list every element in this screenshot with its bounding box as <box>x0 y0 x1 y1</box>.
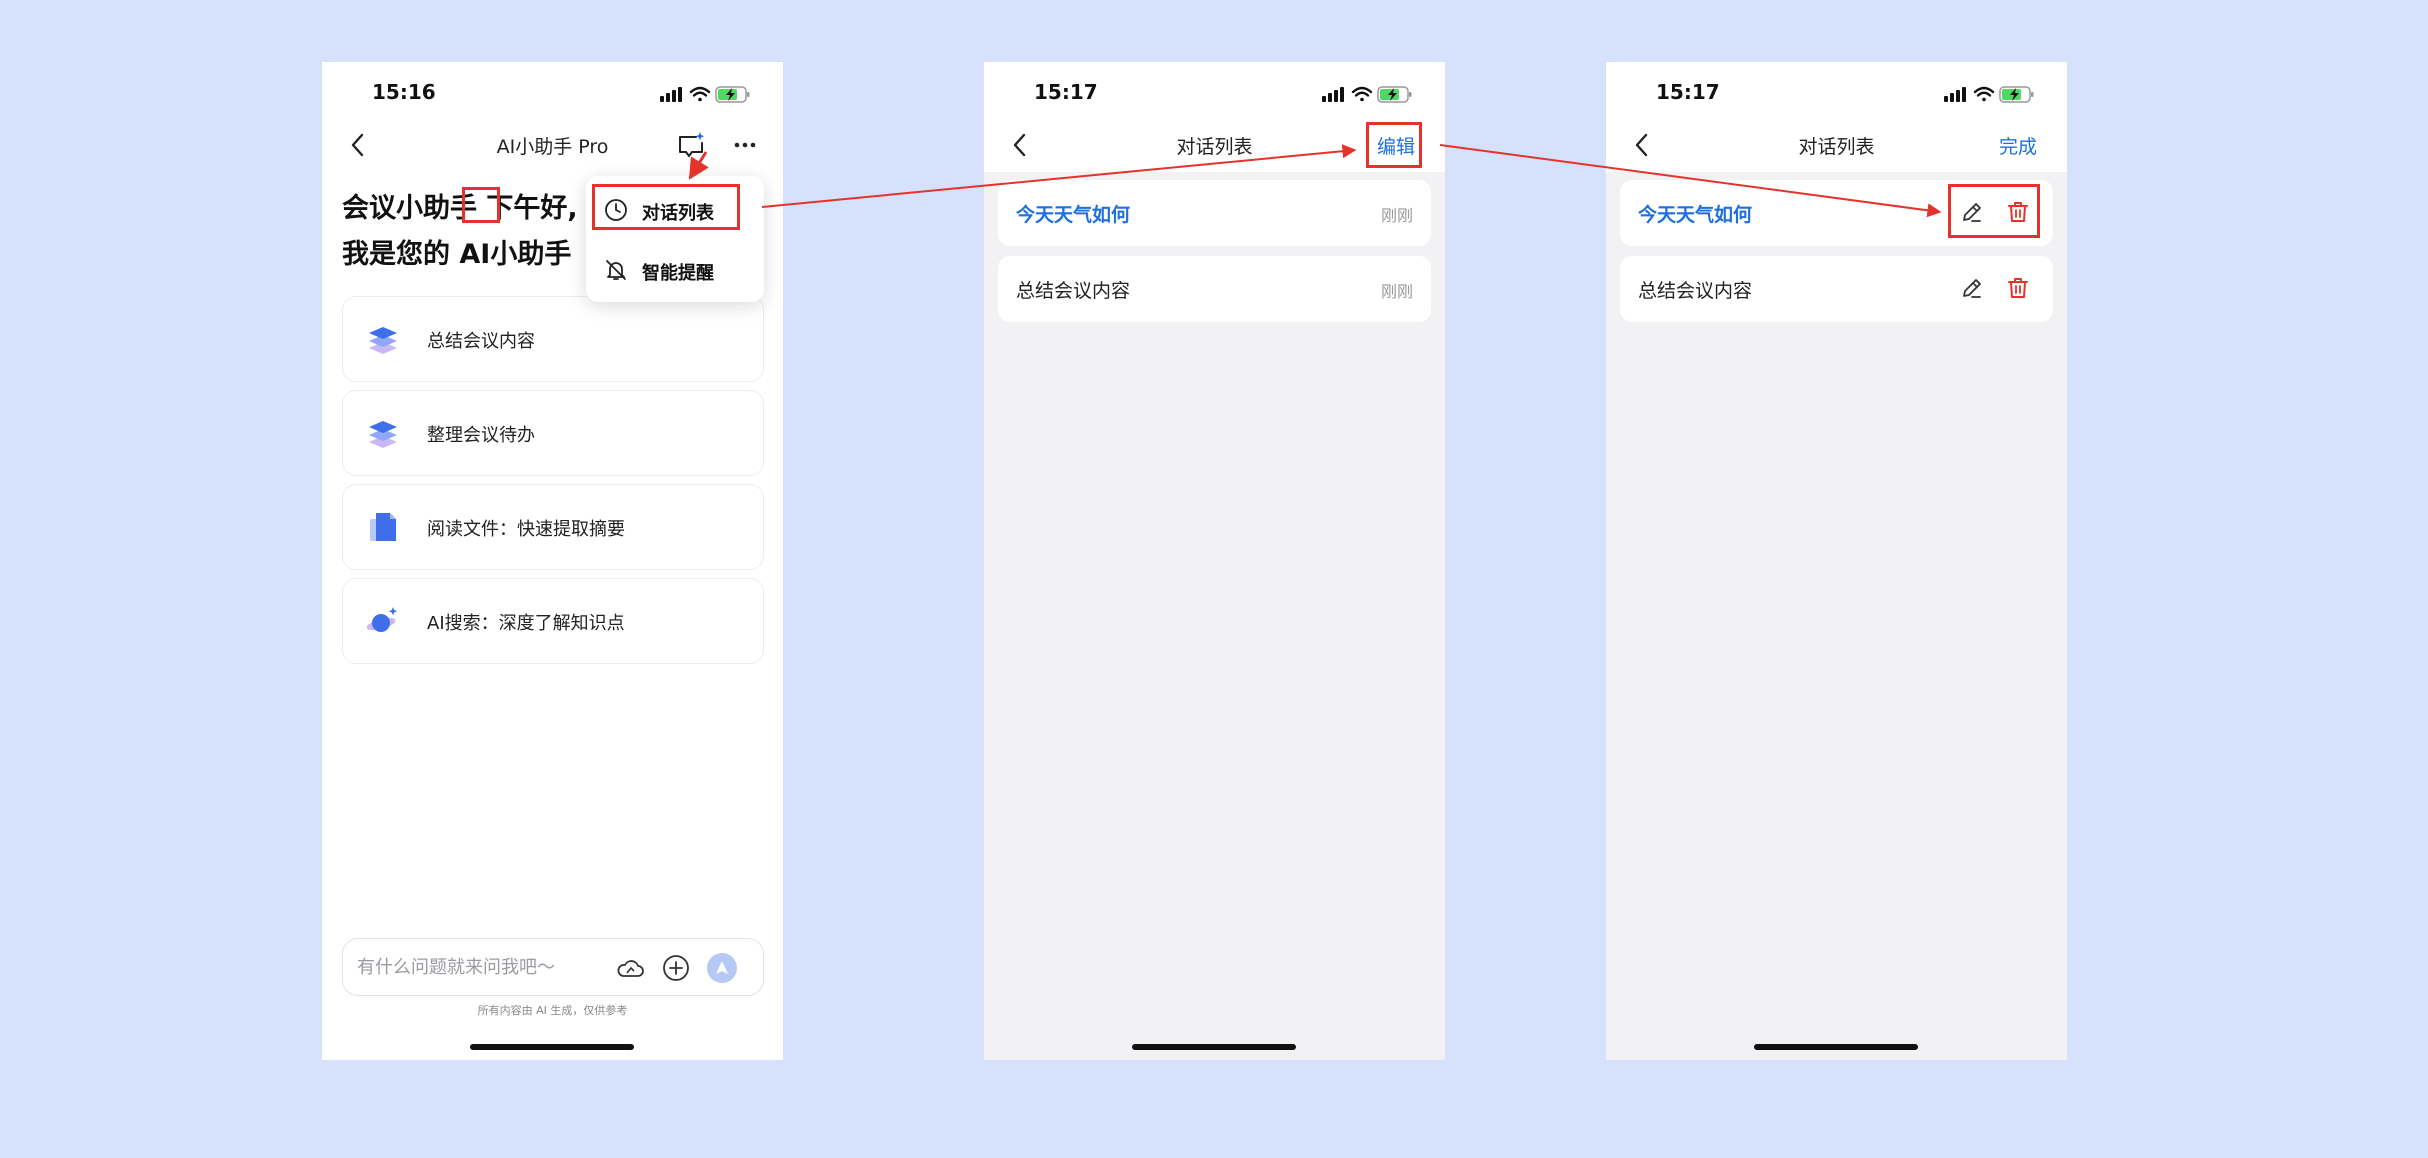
home-indicator[interactable] <box>1754 1044 1918 1050</box>
layers-icon <box>367 417 399 449</box>
done-button[interactable]: 完成 <box>1999 132 2037 159</box>
home-indicator[interactable] <box>1132 1044 1296 1050</box>
suggestion-label: AI搜索：深度了解知识点 <box>427 613 625 634</box>
status-time: 15:16 <box>372 80 436 104</box>
highlight-box-edit-delete <box>1948 184 2040 238</box>
menu-item-smart-reminder[interactable]: 智能提醒 <box>604 252 754 288</box>
signal-icon <box>660 87 682 102</box>
edit-pencil-icon[interactable] <box>1958 274 1986 302</box>
conversation-time: 刚刚 <box>1380 282 1413 301</box>
conversation-item[interactable]: 总结会议内容 刚刚 <box>998 256 1431 322</box>
more-options-icon[interactable] <box>728 128 762 162</box>
chat-input-bar <box>342 938 764 996</box>
conversation-title: 今天天气如何 <box>1016 204 1131 226</box>
phone-screen-conversation-list: 15:17 对话列表 编辑 今天天气如何 刚刚 总结会议内容 刚刚 <box>984 62 1445 1060</box>
cloud-icon[interactable] <box>615 953 645 983</box>
layers-icon <box>367 323 399 355</box>
conversation-title: 总结会议内容 <box>1638 280 1753 302</box>
conversation-time: 刚刚 <box>1380 206 1413 225</box>
ai-disclaimer: 所有内容由 AI 生成，仅供参考 <box>477 1004 628 1017</box>
suggestion-card[interactable]: AI搜索：深度了解知识点 <box>342 578 764 664</box>
conversation-item[interactable]: 今天天气如何 刚刚 <box>998 180 1431 246</box>
highlight-box-conversation-list <box>592 184 740 230</box>
chat-input[interactable] <box>355 953 609 981</box>
suggestion-card[interactable]: 整理会议待办 <box>342 390 764 476</box>
suggestion-card[interactable]: 阅读文件：快速提取摘要 <box>342 484 764 570</box>
suggestion-label: 总结会议内容 <box>427 331 535 352</box>
document-icon <box>367 511 399 543</box>
status-time: 15:17 <box>1034 80 1098 104</box>
greeting-line-1: 会议小助手 下午好, <box>342 193 578 224</box>
conversation-item[interactable]: 总结会议内容 <box>1620 256 2053 322</box>
signal-icon <box>1322 87 1344 102</box>
suggestion-card[interactable]: 总结会议内容 <box>342 296 764 382</box>
menu-item-label: 智能提醒 <box>642 263 714 284</box>
wifi-icon <box>1973 86 1995 102</box>
conversation-title: 总结会议内容 <box>1016 280 1131 302</box>
signal-icon <box>1944 87 1966 102</box>
status-icons <box>1320 84 1415 104</box>
highlight-box-more-button <box>462 187 500 223</box>
wifi-icon <box>689 86 711 102</box>
page-title: 对话列表 <box>1798 136 1875 158</box>
wifi-icon <box>1351 86 1373 102</box>
home-indicator[interactable] <box>470 1044 634 1050</box>
highlight-box-edit-button <box>1366 122 1422 168</box>
battery-charging-icon <box>715 86 750 103</box>
suggestion-label: 阅读文件：快速提取摘要 <box>427 519 625 540</box>
send-icon[interactable] <box>707 953 737 983</box>
planet-icon <box>366 605 399 637</box>
phone-screen-assistant-home: 15:16 AI小助手 Pro 会议小助手 下午好, 我是您的 AI小助手 总结… <box>322 62 783 1060</box>
status-time: 15:17 <box>1656 80 1720 104</box>
status-icons <box>658 84 753 104</box>
phone-screen-conversation-list-editing: 15:17 对话列表 完成 今天天气如何 总结会议内容 <box>1606 62 2067 1060</box>
status-icons <box>1942 84 2037 104</box>
conversation-title: 今天天气如何 <box>1638 204 1753 226</box>
greeting-line-2: 我是您的 AI小助手 <box>342 239 572 270</box>
bell-off-icon <box>604 258 628 282</box>
add-circle-icon[interactable] <box>661 953 691 983</box>
greeting-heading: 会议小助手 下午好, 我是您的 AI小助手 <box>342 186 578 278</box>
new-chat-icon[interactable] <box>674 128 708 162</box>
page-title: AI小助手 Pro <box>496 136 609 158</box>
suggestion-label: 整理会议待办 <box>427 425 535 446</box>
trash-icon[interactable] <box>2004 274 2032 302</box>
battery-charging-icon <box>1999 86 2034 103</box>
battery-charging-icon <box>1377 86 1412 103</box>
